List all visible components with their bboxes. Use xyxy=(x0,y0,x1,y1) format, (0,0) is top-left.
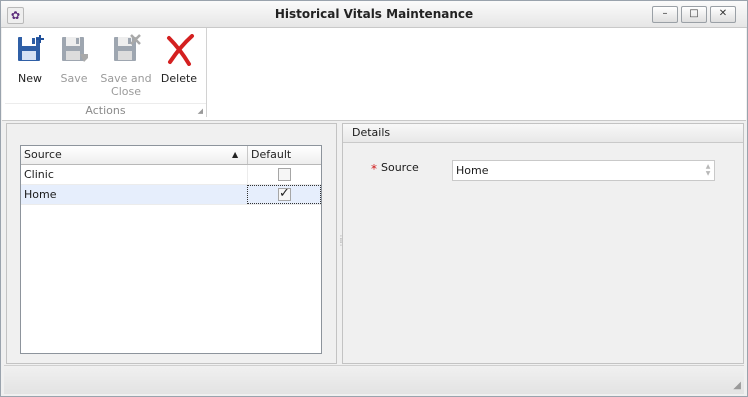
row-source-cell: Clinic xyxy=(24,168,54,181)
actions-group: New Save Save and Close Delete Actions ◢ xyxy=(5,28,207,117)
sort-ascending-icon[interactable]: ▲ xyxy=(232,146,244,164)
save-label: Save xyxy=(60,72,88,85)
details-panel: Details * Source Home ▲ ▼ xyxy=(342,123,744,364)
save-and-close-label: Save and Close xyxy=(100,72,152,98)
minimize-button[interactable]: – xyxy=(652,6,678,23)
title-bar[interactable]: ✿ Historical Vitals Maintenance – □ ✕ xyxy=(1,1,747,28)
delete-label: Delete xyxy=(160,72,198,85)
default-checkbox-checked[interactable]: ✓ xyxy=(278,187,291,201)
column-header-source-label: Source xyxy=(24,148,62,161)
save-icon xyxy=(62,37,88,62)
ribbon: New Save Save and Close Delete Actions ◢ xyxy=(2,28,746,121)
row-source-cell: Home xyxy=(24,188,57,201)
column-header-default[interactable]: Default xyxy=(247,146,325,164)
new-record-icon xyxy=(18,35,44,61)
column-header-default-label: Default xyxy=(251,148,292,161)
details-header: Details xyxy=(343,124,743,143)
column-header-source[interactable]: Source xyxy=(24,146,244,164)
table-row-selected[interactable]: Home ✓ xyxy=(21,185,321,205)
save-close-icon xyxy=(114,34,141,61)
source-field-label: Source xyxy=(381,161,419,174)
main-window: ✿ Historical Vitals Maintenance – □ ✕ Ne… xyxy=(0,0,748,397)
delete-icon xyxy=(167,34,194,66)
actions-group-label: Actions xyxy=(5,103,206,118)
maximize-button[interactable]: □ xyxy=(681,6,707,23)
new-button[interactable]: New xyxy=(6,30,54,100)
source-input-value: Home xyxy=(456,164,489,177)
group-expand-icon[interactable]: ◢ xyxy=(198,107,203,115)
spin-buttons-icon[interactable]: ▲ ▼ xyxy=(704,163,712,177)
window-title: Historical Vitals Maintenance xyxy=(274,7,474,21)
default-checkbox[interactable] xyxy=(278,168,291,181)
save-and-close-button[interactable]: Save and Close xyxy=(100,30,152,100)
source-input[interactable]: Home ▲ ▼ xyxy=(452,160,715,181)
resize-grip-icon[interactable]: ◢ xyxy=(733,380,741,391)
delete-button[interactable]: Delete xyxy=(155,30,203,100)
panel-splitter-handle[interactable]: ⋮ ⋮ xyxy=(337,235,345,249)
save-button[interactable]: Save xyxy=(50,30,98,100)
close-button[interactable]: ✕ xyxy=(710,6,736,23)
required-indicator: * xyxy=(371,162,377,176)
table-row[interactable]: Clinic xyxy=(21,165,321,185)
details-title: Details xyxy=(352,126,391,139)
grid-header: Source ▲ Default xyxy=(21,146,321,165)
column-divider xyxy=(247,165,248,184)
status-bar: ◢ xyxy=(4,365,744,394)
sources-grid[interactable]: Source ▲ Default Clinic Home ✓ xyxy=(20,145,322,354)
source-list-panel: Source ▲ Default Clinic Home ✓ xyxy=(6,123,337,364)
